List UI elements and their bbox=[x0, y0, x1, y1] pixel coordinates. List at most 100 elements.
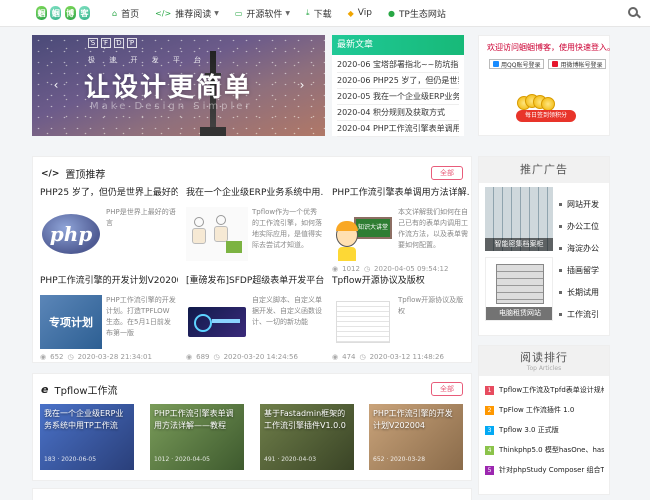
rank-number: 5 bbox=[485, 465, 494, 475]
nav-vip[interactable]: ◆ Vip bbox=[340, 0, 380, 27]
workflow-item-title: PHP工作流引擎表单调用方法详解——教程 bbox=[154, 409, 234, 430]
post-meta: ◉ 652 ◷ 2020-03-28 21:34:01 bbox=[40, 353, 152, 361]
workflow-item-title: PHP工作流引擎的开发计划V202004 bbox=[373, 409, 453, 430]
post-thumbnail[interactable] bbox=[332, 295, 394, 349]
banner-tag-letter: D bbox=[114, 38, 124, 48]
workflow-item[interactable]: 基于Fastadmin框架的工作流引擎插件V1.0.0 491 · 2020-0… bbox=[260, 404, 354, 470]
latest-item[interactable]: 2020-04 PHP工作流引擎表单调用方… bbox=[337, 121, 459, 137]
ad-image[interactable]: 智能密集档案柜 bbox=[485, 187, 553, 251]
post-title[interactable]: 我在一个企业级ERP业务系统中用… bbox=[186, 187, 324, 199]
banner-tag-letter: S bbox=[88, 38, 98, 48]
clock-icon: ◷ bbox=[213, 353, 220, 361]
rank-number: 1 bbox=[485, 385, 494, 395]
ad-link[interactable]: 海淀办公 bbox=[559, 237, 609, 259]
prev-slide-icon[interactable]: ‹ bbox=[50, 79, 62, 91]
post-thumbnail[interactable] bbox=[186, 207, 248, 261]
post-meta: ◉ 1012 ◷ 2020-04-05 09:54:12 bbox=[332, 265, 448, 273]
tp-icon: ● bbox=[387, 8, 395, 18]
featured-post[interactable]: [重磅发布]SFDP超级表单开发平台… 自定义脚本、自定义单据开发、自定义函数设… bbox=[186, 275, 324, 361]
logo-char: 蝈 bbox=[50, 6, 62, 20]
workflow-item-meta: 491 · 2020-04-03 bbox=[264, 456, 317, 463]
rank-item[interactable]: 5 针对phpStudy Composer 组合Thi… bbox=[485, 460, 604, 480]
post-meta: ◉ 474 ◷ 2020-03-12 11:48:26 bbox=[332, 353, 444, 361]
ad-link[interactable]: 长期试用 bbox=[559, 281, 609, 303]
ad-link[interactable]: 网站开发 bbox=[559, 193, 609, 215]
chevron-down-icon: ▼ bbox=[214, 9, 219, 17]
banner-slider[interactable]: S F D P 极 速 开 发 平 台 让设计更简单 Make Design S… bbox=[32, 35, 325, 136]
qq-login-label: 用QQ账号登录 bbox=[501, 61, 541, 69]
featured-post[interactable]: PHP工作流引擎的开发计划V202004 专项计划 PHP工作流引擎的开发计划。… bbox=[40, 275, 178, 361]
workflow-all-button[interactable]: 全部 bbox=[431, 382, 463, 396]
ad-link[interactable]: 工作流引 bbox=[559, 303, 609, 325]
post-thumbnail[interactable] bbox=[186, 295, 248, 349]
nav-label: TP生态网站 bbox=[398, 9, 446, 20]
rank-item[interactable]: 1 Tpflow工作流及Tpfd表单设计规格… bbox=[485, 380, 604, 400]
post-date: 2020-03-12 11:48:26 bbox=[369, 353, 444, 361]
banner-english: Make Design Simpler bbox=[90, 101, 253, 112]
next-slide-icon[interactable]: › bbox=[296, 79, 308, 91]
post-title[interactable]: PHP25 岁了，但仍是世界上最好的… bbox=[40, 187, 178, 199]
banner-tag-letter: P bbox=[127, 38, 137, 48]
qq-icon bbox=[493, 61, 499, 67]
featured-post[interactable]: PHP25 岁了，但仍是世界上最好的… php PHP是世界上最好的语言 bbox=[40, 187, 178, 273]
rank-item[interactable]: 2 TpFlow 工作流插件 1.0 bbox=[485, 400, 604, 420]
rank-number: 3 bbox=[485, 425, 494, 435]
featured-post[interactable]: 我在一个企业级ERP业务系统中用… Tpflow作为一个优秀的工作流引擎，如何落… bbox=[186, 187, 324, 273]
post-title[interactable]: [重磅发布]SFDP超级表单开发平台… bbox=[186, 275, 324, 287]
rank-item-title: Thinkphp5.0 模型hasOne、hasM… bbox=[499, 446, 604, 454]
latest-item[interactable]: 2020-05 我在一个企业级ERP业务系… bbox=[337, 89, 459, 105]
post-desc: Tpflow开源协议及版权 bbox=[398, 296, 464, 315]
ad-link[interactable]: 插画留学 bbox=[559, 259, 609, 281]
nav-tp-ecosystem[interactable]: ● TP生态网站 bbox=[380, 0, 454, 27]
workflow-item[interactable]: 我在一个企业级ERP业务系统中用TP工作流 183 · 2020-06-05 bbox=[40, 404, 134, 470]
ad-link[interactable]: 办公工位 bbox=[559, 215, 609, 237]
workflow-item[interactable]: PHP工作流引擎的开发计划V202004 652 · 2020-03-28 bbox=[369, 404, 463, 470]
rank-item[interactable]: 4 Thinkphp5.0 模型hasOne、hasM… bbox=[485, 440, 604, 460]
home-icon: ⌂ bbox=[112, 8, 118, 18]
workflow-item[interactable]: PHP工作流引擎表单调用方法详解——教程 1012 · 2020-04-05 bbox=[150, 404, 244, 470]
ad-image[interactable]: 电脑租赁网站 bbox=[485, 257, 553, 321]
qq-login-button[interactable]: 用QQ账号登录 bbox=[489, 59, 545, 69]
chevron-down-icon: ▼ bbox=[285, 9, 291, 17]
rank-item[interactable]: 3 Tpflow 3.0 正式版 bbox=[485, 420, 604, 440]
latest-item[interactable]: 2020-04 积分规则及获取方式 bbox=[337, 105, 459, 121]
post-thumbnail[interactable]: 专项计划 bbox=[40, 295, 102, 349]
welcome-text: 欢迎访问蝈蝈博客，使用快速登入。 bbox=[487, 43, 615, 52]
weibo-login-button[interactable]: 用微博帐号登录 bbox=[548, 59, 607, 69]
post-thumbnail[interactable]: 知识大讲堂 bbox=[332, 207, 394, 261]
latest-item[interactable]: 2020-06 宝塔部署指北~~防坑指南 bbox=[337, 57, 459, 73]
weibo-icon bbox=[552, 61, 559, 67]
coins-icon bbox=[517, 94, 555, 111]
featured-all-button[interactable]: 全部 bbox=[431, 166, 463, 180]
ie-icon: e bbox=[41, 383, 49, 396]
nav-recommended[interactable]: </> 推荐阅读 ▼ bbox=[147, 0, 227, 27]
next-section-card bbox=[32, 488, 472, 500]
top-navbar: 蝈 蝈 博 客 ⌂ 首页 </> 推荐阅读 ▼ ▭ 开源软件 ▼ ⤓ 下载 ◆ Vip ● TP… bbox=[0, 0, 650, 27]
post-desc: 自定义脚本、自定义单据开发、自定义函数设计、一切的新功能 bbox=[252, 296, 322, 326]
featured-post[interactable]: PHP工作流引擎表单调用方法详解… 知识大讲堂 本文详解我们如何在自己已有的表单… bbox=[332, 187, 470, 273]
nav-home[interactable]: ⌂ 首页 bbox=[104, 0, 147, 27]
post-title[interactable]: Tpflow开源协议及版权 bbox=[332, 275, 470, 287]
code-icon: </> bbox=[41, 168, 60, 179]
search-icon[interactable] bbox=[628, 7, 638, 17]
nav-download[interactable]: ⤓ 下载 bbox=[298, 0, 340, 27]
post-title[interactable]: PHP工作流引擎的开发计划V202004 bbox=[40, 275, 178, 287]
nav-open-source[interactable]: ▭ 开源软件 ▼ bbox=[227, 0, 298, 27]
nav-label: 推荐阅读 bbox=[175, 9, 212, 20]
rank-number: 2 bbox=[485, 405, 494, 415]
banner-tag: S F D P bbox=[88, 38, 137, 48]
post-thumbnail[interactable]: php bbox=[40, 207, 102, 261]
daily-sign-button[interactable]: 每日签到领积分 bbox=[516, 110, 576, 122]
post-desc: Tpflow作为一个优秀的工作流引擎，如何落地实际应用，是值得实际去尝试才知道。 bbox=[252, 208, 322, 249]
download-icon: ⤓ bbox=[306, 8, 310, 17]
chalkboard: 知识大讲堂 bbox=[354, 217, 392, 239]
featured-post[interactable]: Tpflow开源协议及版权 Tpflow开源协议及版权 ◉ 474 ◷ 2020-03… bbox=[332, 275, 470, 361]
workflow-item-title: 我在一个企业级ERP业务系统中用TP工作流 bbox=[44, 409, 124, 430]
post-desc: PHP工作流引擎的开发计划。打造TPFLOW生态。在5月1日前发布第一版 bbox=[106, 296, 176, 337]
nav-label: 开源软件 bbox=[246, 9, 283, 20]
workflow-item-title: 基于Fastadmin框架的工作流引擎插件V1.0.0 bbox=[264, 409, 346, 430]
post-title[interactable]: PHP工作流引擎表单调用方法详解… bbox=[332, 187, 470, 199]
site-logo[interactable]: 蝈 蝈 博 客 bbox=[36, 4, 90, 22]
eye-icon: ◉ bbox=[332, 265, 339, 273]
latest-item[interactable]: 2020-06 PHP25 岁了，但仍是世界上… bbox=[337, 73, 459, 89]
